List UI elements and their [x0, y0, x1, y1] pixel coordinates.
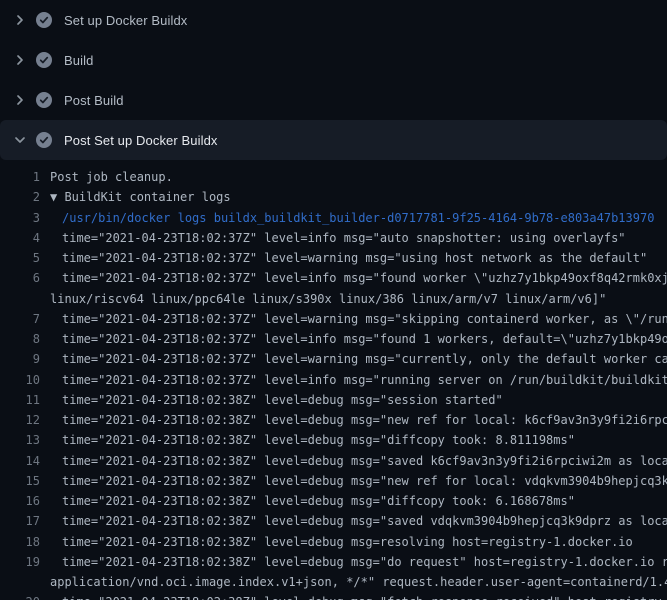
log-line-number[interactable]: 12	[0, 410, 40, 430]
chevron-down-icon[interactable]	[12, 132, 28, 148]
log-line-8: 8 time="2021-04-23T18:02:37Z" level=info …	[0, 329, 667, 349]
log-line-text: time="2021-04-23T18:02:37Z" level=info m…	[62, 268, 667, 288]
log-line-number[interactable]: 1	[0, 167, 40, 187]
log-viewer: 1 Post job cleanup. 2 ▼ BuildKit container …	[0, 160, 667, 600]
log-line-text: time="2021-04-23T18:02:37Z" level=warnin…	[62, 248, 647, 268]
log-line-12: 12 time="2021-04-23T18:02:38Z" level=debu…	[0, 410, 667, 430]
log-line-number[interactable]: 18	[0, 532, 40, 552]
log-line-continuation: application/vnd.oci.image.index.v1+json,…	[0, 572, 667, 592]
log-line-20: 20 time="2021-04-23T18:02:38Z" level=debu…	[0, 592, 667, 600]
step-header-post-build[interactable]: Post Build	[0, 80, 667, 120]
check-circle-icon	[36, 52, 52, 68]
log-line-text: time="2021-04-23T18:02:37Z" level=warnin…	[62, 309, 667, 329]
log-line-number[interactable]: 7	[0, 309, 40, 329]
log-line-number[interactable]: 6	[0, 268, 40, 288]
check-circle-icon	[36, 12, 52, 28]
log-line-13: 13 time="2021-04-23T18:02:38Z" level=debu…	[0, 430, 667, 450]
log-line-number[interactable]: 17	[0, 511, 40, 531]
chevron-right-icon[interactable]	[12, 52, 28, 68]
step-header-post-set-up-docker-buildx[interactable]: Post Set up Docker Buildx	[0, 120, 667, 160]
log-line-number[interactable]: 19	[0, 552, 40, 572]
log-line-2: 2 ▼ BuildKit container logs	[0, 187, 667, 207]
log-line-text: time="2021-04-23T18:02:38Z" level=debug …	[62, 552, 667, 572]
log-line-7: 7 time="2021-04-23T18:02:37Z" level=warni…	[0, 309, 667, 329]
log-line-number[interactable]: 5	[0, 248, 40, 268]
log-line-text: time="2021-04-23T18:02:38Z" level=debug …	[62, 491, 575, 511]
chevron-right-icon[interactable]	[12, 92, 28, 108]
log-line-text: time="2021-04-23T18:02:38Z" level=debug …	[62, 592, 667, 600]
log-line-14: 14 time="2021-04-23T18:02:38Z" level=debu…	[0, 451, 667, 471]
log-group-toggle[interactable]: ▼ BuildKit container logs	[50, 187, 231, 207]
log-line-number[interactable]: 2	[0, 187, 40, 207]
log-line-text: time="2021-04-23T18:02:37Z" level=info m…	[62, 329, 667, 349]
check-circle-icon	[36, 92, 52, 108]
log-line-continuation: linux/riscv64 linux/ppc64le linux/s390x …	[0, 289, 667, 309]
log-line-number[interactable]: 14	[0, 451, 40, 471]
log-line-text: time="2021-04-23T18:02:38Z" level=debug …	[62, 532, 633, 552]
log-line-text: time="2021-04-23T18:02:37Z" level=info m…	[62, 228, 626, 248]
log-line-19: 19 time="2021-04-23T18:02:38Z" level=debu…	[0, 552, 667, 572]
log-line-4: 4 time="2021-04-23T18:02:37Z" level=info …	[0, 228, 667, 248]
chevron-right-icon[interactable]	[12, 12, 28, 28]
log-line-9: 9 time="2021-04-23T18:02:37Z" level=warni…	[0, 349, 667, 369]
step-label: Set up Docker Buildx	[64, 13, 187, 28]
log-line-number[interactable]: 15	[0, 471, 40, 491]
check-circle-icon	[36, 132, 52, 148]
log-line-number[interactable]: 11	[0, 390, 40, 410]
log-line-number[interactable]: 13	[0, 430, 40, 450]
log-line-text: application/vnd.oci.image.index.v1+json,…	[50, 572, 667, 592]
log-line-number	[0, 572, 40, 592]
log-line-16: 16 time="2021-04-23T18:02:38Z" level=debu…	[0, 491, 667, 511]
log-line-text: time="2021-04-23T18:02:38Z" level=debug …	[62, 390, 503, 410]
log-line-text: time="2021-04-23T18:02:38Z" level=debug …	[62, 410, 667, 430]
log-line-5: 5 time="2021-04-23T18:02:37Z" level=warni…	[0, 248, 667, 268]
log-line-15: 15 time="2021-04-23T18:02:38Z" level=debu…	[0, 471, 667, 491]
log-line-11: 11 time="2021-04-23T18:02:38Z" level=debu…	[0, 390, 667, 410]
log-line-18: 18 time="2021-04-23T18:02:38Z" level=debu…	[0, 532, 667, 552]
log-line-3: 3/usr/bin/docker logs buildx_buildkit_bu…	[0, 208, 667, 228]
log-line-text: Post job cleanup.	[50, 167, 173, 187]
log-line-1: 1 Post job cleanup.	[0, 167, 667, 187]
log-line-text: time="2021-04-23T18:02:38Z" level=debug …	[62, 471, 667, 491]
step-header-build[interactable]: Build	[0, 40, 667, 80]
log-line-text: time="2021-04-23T18:02:37Z" level=info m…	[62, 370, 667, 390]
log-line-number[interactable]: 8	[0, 329, 40, 349]
step-label: Post Build	[64, 93, 124, 108]
step-header-set-up-docker-buildx[interactable]: Set up Docker Buildx	[0, 0, 667, 40]
log-line-number[interactable]: 4	[0, 228, 40, 248]
log-command-text: /usr/bin/docker logs buildx_buildkit_bui…	[62, 208, 654, 228]
log-line-number[interactable]: 3	[0, 208, 40, 228]
step-label: Post Set up Docker Buildx	[64, 133, 218, 148]
log-line-text: time="2021-04-23T18:02:38Z" level=debug …	[62, 451, 667, 471]
log-line-text: linux/riscv64 linux/ppc64le linux/s390x …	[50, 289, 606, 309]
log-line-number	[0, 289, 40, 309]
workflow-steps-list: Set up Docker Buildx Build Post Build Post …	[0, 0, 667, 160]
log-line-text: time="2021-04-23T18:02:38Z" level=debug …	[62, 430, 575, 450]
log-line-text: time="2021-04-23T18:02:38Z" level=debug …	[62, 511, 667, 531]
step-label: Build	[64, 53, 93, 68]
log-line-6: 6 time="2021-04-23T18:02:37Z" level=info …	[0, 268, 667, 288]
log-line-17: 17 time="2021-04-23T18:02:38Z" level=debu…	[0, 511, 667, 531]
log-line-number[interactable]: 10	[0, 370, 40, 390]
log-line-number[interactable]: 16	[0, 491, 40, 511]
log-line-number[interactable]: 20	[0, 592, 40, 600]
log-line-10: 10 time="2021-04-23T18:02:37Z" level=info…	[0, 370, 667, 390]
log-line-number[interactable]: 9	[0, 349, 40, 369]
log-line-text: time="2021-04-23T18:02:37Z" level=warnin…	[62, 349, 667, 369]
